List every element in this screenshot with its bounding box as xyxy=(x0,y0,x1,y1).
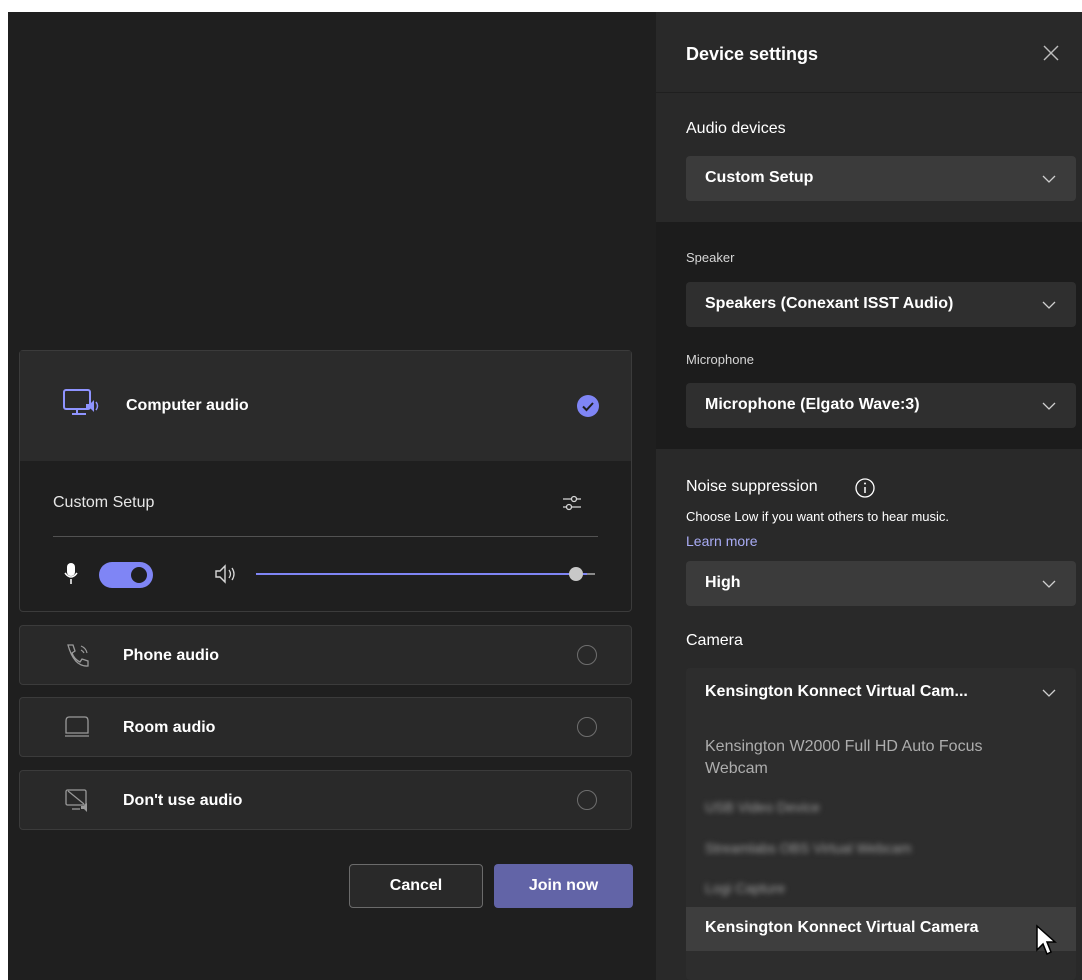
microphone-toggle[interactable] xyxy=(99,562,153,588)
microphone-icon xyxy=(64,563,78,584)
phone-audio-option[interactable]: Phone audio xyxy=(19,625,632,685)
selected-check-icon xyxy=(577,395,599,417)
camera-option[interactable]: Kensington W2000 Full HD Auto Focus xyxy=(705,738,982,756)
camera-option-highlighted[interactable]: Kensington Konnect Virtual Camera xyxy=(686,907,1076,951)
camera-label: Camera xyxy=(686,632,743,649)
room-audio-label: Room audio xyxy=(123,719,216,736)
audio-options-pane: Computer audio Custom Setup Phone audio … xyxy=(8,12,656,980)
chevron-up-icon xyxy=(1042,689,1056,697)
noise-suppression-value: High xyxy=(705,574,741,591)
camera-option-label: Kensington Konnect Virtual Camera xyxy=(705,919,979,936)
no-audio-radio[interactable] xyxy=(577,790,597,810)
phone-audio-label: Phone audio xyxy=(123,647,219,664)
divider xyxy=(53,536,598,537)
panel-title: Device settings xyxy=(686,44,819,64)
volume-slider-rest xyxy=(587,573,595,575)
noise-suppression-dropdown[interactable]: High xyxy=(686,561,1076,606)
microphone-label: Microphone xyxy=(686,352,754,367)
chevron-down-icon xyxy=(1042,580,1056,588)
phone-audio-icon xyxy=(67,644,89,667)
noise-suppression-label: Noise suppression xyxy=(686,478,818,495)
room-audio-icon xyxy=(65,716,89,737)
audio-devices-dropdown[interactable]: Custom Setup xyxy=(686,156,1076,201)
chevron-down-icon xyxy=(1042,175,1056,183)
toggle-knob xyxy=(131,567,147,583)
no-audio-icon xyxy=(65,789,87,812)
teams-join-screen: Computer audio Custom Setup Phone audio … xyxy=(8,12,1082,980)
audio-settings-sliders-icon[interactable] xyxy=(561,492,583,514)
camera-dropdown-list: Kensington Konnect Virtual Cam... Kensin… xyxy=(686,668,1076,980)
phone-audio-radio[interactable] xyxy=(577,645,597,665)
microphone-dropdown[interactable]: Microphone (Elgato Wave:3) xyxy=(686,383,1076,428)
cancel-button[interactable]: Cancel xyxy=(349,864,483,908)
speaker-volume-icon xyxy=(215,564,235,584)
speaker-dropdown[interactable]: Speakers (Conexant ISST Audio) xyxy=(686,282,1076,327)
camera-option[interactable]: USB Video Device xyxy=(705,799,820,815)
info-icon[interactable] xyxy=(854,477,876,499)
computer-audio-label: Computer audio xyxy=(126,397,249,414)
chevron-down-icon xyxy=(1042,402,1056,410)
computer-audio-card: Computer audio Custom Setup xyxy=(19,350,632,612)
audio-devices-value: Custom Setup xyxy=(705,169,814,186)
camera-dropdown[interactable]: Kensington Konnect Virtual Cam... xyxy=(686,668,1076,718)
computer-audio-icon xyxy=(63,389,99,415)
speaker-value: Speakers (Conexant ISST Audio) xyxy=(705,295,954,312)
volume-slider-track[interactable] xyxy=(256,573,587,575)
microphone-value: Microphone (Elgato Wave:3) xyxy=(705,396,920,413)
room-audio-option[interactable]: Room audio xyxy=(19,697,632,757)
camera-option[interactable]: Logi Capture xyxy=(705,880,785,896)
camera-option-continued[interactable]: Webcam xyxy=(705,760,768,778)
audio-device-label: Custom Setup xyxy=(53,494,155,511)
mouse-cursor-icon xyxy=(1036,924,1057,956)
learn-more-link[interactable]: Learn more xyxy=(686,533,758,549)
chevron-down-icon xyxy=(1042,301,1056,309)
close-icon[interactable] xyxy=(1040,42,1062,64)
volume-slider-thumb[interactable] xyxy=(569,567,583,581)
join-now-button[interactable]: Join now xyxy=(494,864,633,908)
camera-value: Kensington Konnect Virtual Cam... xyxy=(705,683,968,700)
camera-option[interactable]: Streamlabs OBS Virtual Webcam xyxy=(705,840,911,856)
audio-devices-label: Audio devices xyxy=(686,120,786,137)
divider xyxy=(656,92,1082,93)
room-audio-radio[interactable] xyxy=(577,717,597,737)
speaker-label: Speaker xyxy=(686,250,735,265)
no-audio-option[interactable]: Don't use audio xyxy=(19,770,632,830)
noise-suppression-hint: Choose Low if you want others to hear mu… xyxy=(686,509,950,524)
computer-audio-option[interactable]: Computer audio xyxy=(20,351,631,461)
no-audio-label: Don't use audio xyxy=(123,792,243,809)
device-settings-panel: Device settings Audio devices Custom Set… xyxy=(656,12,1082,980)
